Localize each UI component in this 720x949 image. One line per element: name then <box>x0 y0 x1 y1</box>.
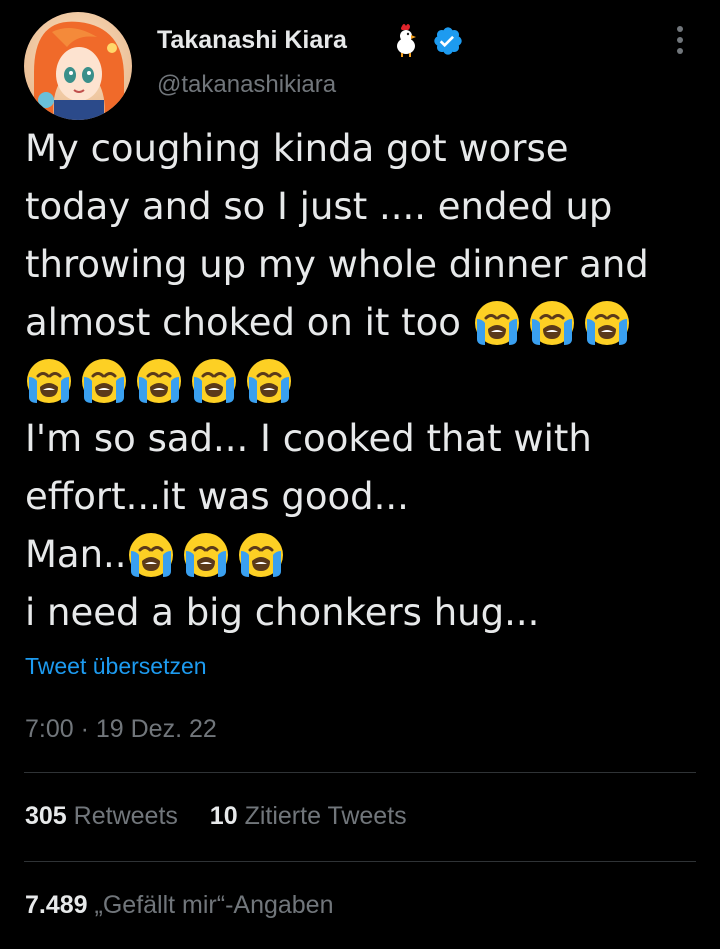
likes-count: 7.489 <box>25 891 88 919</box>
tweet-line: almost choked on it too <box>25 294 705 352</box>
tweet-line: effort...it was good... <box>25 468 705 526</box>
tweet-line-text: My coughing kinda got worse <box>25 127 569 170</box>
loudly-crying-face-icon <box>80 357 128 405</box>
more-dot <box>677 26 683 32</box>
loudly-crying-face-icon <box>245 357 293 405</box>
translate-tweet-link[interactable]: Tweet übersetzen <box>25 653 207 680</box>
author-handle[interactable]: @takanashikiara <box>157 71 336 99</box>
loudly-crying-face-icon <box>528 299 576 347</box>
emoji-group <box>473 299 631 347</box>
retweets-stat[interactable]: 305 Retweets <box>25 802 185 830</box>
retweets-count: 305 <box>25 802 67 830</box>
tweet-line-text: I'm so sad... I cooked that with <box>25 417 592 460</box>
tweet-line: Man.. <box>25 526 705 584</box>
quotes-count: 10 <box>209 802 238 830</box>
loudly-crying-face-icon <box>190 357 238 405</box>
tweet-timestamp[interactable]: 7:00 · 19 Dez. 22 <box>25 715 217 744</box>
likes-stat[interactable]: 7.489 „Gefällt mir“-Angaben <box>25 891 334 919</box>
tweet-line: i need a big chonkers hug... <box>25 584 705 642</box>
likes-label: „Gefällt mir“-Angaben <box>94 891 334 919</box>
loudly-crying-face-icon <box>127 531 175 579</box>
tweet-line-text: i need a big chonkers hug... <box>25 591 540 634</box>
more-dot <box>677 48 683 54</box>
tweet-line-text: Man.. <box>25 533 127 576</box>
verified-badge-icon <box>434 27 462 55</box>
tweet-line: My coughing kinda got worse <box>25 120 705 178</box>
emoji-group <box>25 357 293 405</box>
tweet-line <box>25 352 705 410</box>
tweet-line: I'm so sad... I cooked that with <box>25 410 705 468</box>
author-name[interactable]: Takanashi Kiara <box>157 26 347 55</box>
retweets-label: Retweets <box>73 802 178 830</box>
divider <box>24 772 696 773</box>
quotes-label: Zitierte Tweets <box>244 802 407 830</box>
loudly-crying-face-icon <box>237 531 285 579</box>
quote-tweets-stat[interactable]: 10 Zitierte Tweets <box>210 802 407 830</box>
loudly-crying-face-icon <box>583 299 631 347</box>
tweet-line-text: today and so I just .... ended up <box>25 185 613 228</box>
avatar[interactable] <box>24 12 132 120</box>
tweet-line-text: almost choked on it too <box>25 301 461 344</box>
tweet-line-text: effort...it was good... <box>25 475 409 518</box>
divider <box>24 861 696 862</box>
more-dot <box>677 37 683 43</box>
loudly-crying-face-icon <box>25 357 73 405</box>
more-options-button[interactable] <box>664 22 696 58</box>
chicken-icon <box>397 24 416 57</box>
likes-stats-row: 7.489 „Gefällt mir“-Angaben <box>25 891 334 920</box>
tweet-text: My coughing kinda got worse today and so… <box>25 120 705 642</box>
loudly-crying-face-icon <box>135 357 183 405</box>
loudly-crying-face-icon <box>182 531 230 579</box>
loudly-crying-face-icon <box>473 299 521 347</box>
tweet-line: throwing up my whole dinner and <box>25 236 705 294</box>
retweet-stats-row: 305 Retweets 10 Zitierte Tweets <box>25 802 407 831</box>
tweet-line: today and so I just .... ended up <box>25 178 705 236</box>
emoji-group <box>127 531 285 579</box>
tweet-line-text: throwing up my whole dinner and <box>25 243 649 286</box>
